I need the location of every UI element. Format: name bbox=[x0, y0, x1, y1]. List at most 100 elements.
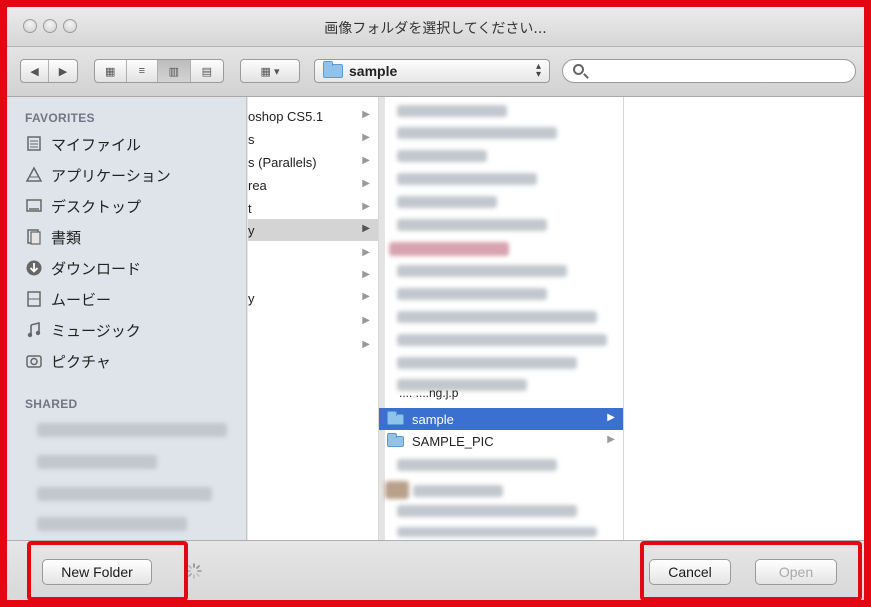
applications-icon bbox=[25, 166, 43, 182]
list-item-blurred[interactable] bbox=[397, 334, 607, 346]
forward-button[interactable]: ▶ bbox=[49, 60, 77, 82]
list-item[interactable]: ▶ bbox=[248, 243, 378, 265]
list-item[interactable]: s (Parallels) ▶ bbox=[248, 151, 378, 173]
sidebar-item-music[interactable]: ミュージック bbox=[25, 317, 235, 343]
chevron-right-icon: ▶ bbox=[362, 178, 370, 189]
sidebar-item-downloads[interactable]: ダウンロード bbox=[25, 255, 235, 281]
list-item[interactable]: s ▶ bbox=[248, 128, 378, 150]
icon-view-button[interactable]: ▦ bbox=[95, 60, 127, 82]
sidebar-item-all-my-files[interactable]: マイファイル bbox=[25, 131, 235, 157]
sidebar-item-label: ミュージック bbox=[51, 321, 141, 340]
shared-item-blurred[interactable] bbox=[37, 517, 187, 531]
shared-item-blurred[interactable] bbox=[37, 455, 157, 469]
chevron-right-icon: ▶ bbox=[362, 132, 370, 143]
list-item-label: s (Parallels) bbox=[248, 154, 317, 170]
chevron-right-icon: ▶ bbox=[362, 269, 370, 280]
forward-arrow-icon: ▶ bbox=[58, 65, 68, 78]
list-item-label: sample bbox=[412, 411, 454, 427]
movies-icon bbox=[27, 291, 41, 307]
list-item[interactable]: ▶ bbox=[248, 311, 378, 333]
sidebar-item-pictures[interactable]: ピクチャ bbox=[25, 348, 235, 374]
list-item[interactable]: t ▶ bbox=[248, 197, 378, 219]
browser-column-1: oshop CS5.1 ▶ s ▶ s (Parallels) ▶ rea ▶ t ▶ y… bbox=[248, 97, 379, 540]
list-item-blurred[interactable] bbox=[397, 173, 537, 185]
spinner-icon bbox=[186, 563, 202, 579]
list-item-blurred[interactable] bbox=[397, 196, 497, 208]
list-item-blurred[interactable] bbox=[397, 105, 507, 117]
back-arrow-icon: ◀ bbox=[30, 65, 39, 78]
sidebar-item-applications[interactable]: アプリケーション bbox=[25, 162, 235, 188]
shared-item-blurred[interactable] bbox=[37, 423, 227, 437]
path-label: sample bbox=[349, 63, 398, 79]
shared-item-blurred[interactable] bbox=[37, 487, 212, 501]
folder-icon bbox=[387, 432, 404, 447]
column-view-button[interactable]: ▥ bbox=[158, 60, 191, 82]
list-item-blurred[interactable] bbox=[385, 481, 409, 499]
pictures-icon bbox=[26, 355, 42, 368]
list-item[interactable]: ▶ bbox=[248, 335, 378, 357]
chevron-right-icon: ▶ bbox=[362, 339, 370, 350]
path-popup[interactable]: sample ▴ ▾ bbox=[314, 59, 550, 83]
list-item[interactable]: oshop CS5.1 ▶ bbox=[248, 105, 378, 127]
list-item-blurred[interactable] bbox=[397, 311, 597, 323]
sidebar-item-documents[interactable]: 書類 bbox=[25, 224, 235, 250]
list-item-label: oshop CS5.1 bbox=[248, 108, 324, 124]
list-view-button[interactable]: ≡ bbox=[127, 60, 159, 82]
list-item-blurred[interactable] bbox=[397, 527, 597, 537]
desktop-icon bbox=[26, 199, 42, 212]
chevron-right-icon: ▶ bbox=[362, 247, 370, 258]
search-icon bbox=[573, 64, 584, 75]
list-item-blurred[interactable] bbox=[397, 288, 547, 300]
sidebar-item-label: マイファイル bbox=[51, 135, 142, 154]
sidebar-item-movies[interactable]: ムービー bbox=[25, 286, 235, 312]
list-item-label: .... ....ng.j.p bbox=[399, 390, 459, 400]
popup-arrows-icon: ▴ ▾ bbox=[535, 61, 541, 80]
chevron-right-icon: ▶ bbox=[362, 109, 370, 120]
folder-icon bbox=[323, 61, 343, 78]
arrange-button-face[interactable]: ▦ ▾ bbox=[241, 60, 299, 82]
sidebar: FAVORITES マイファイル アプリケーション デスクトップ 書類 ダウンロ… bbox=[7, 97, 247, 540]
list-item-label: y bbox=[248, 222, 255, 238]
browser-column-3 bbox=[624, 97, 864, 540]
arrange-icon: ▦ ▾ bbox=[260, 65, 280, 78]
coverflow-view-button[interactable]: ▤ bbox=[191, 60, 223, 82]
icon-view-icon: ▦ bbox=[105, 65, 116, 78]
list-item-blurred[interactable] bbox=[397, 505, 577, 517]
sidebar-item-label: アプリケーション bbox=[51, 166, 171, 185]
back-forward-control: ◀ ▶ bbox=[20, 59, 78, 83]
sidebar-item-desktop[interactable]: デスクトップ bbox=[25, 193, 235, 219]
list-item[interactable]: .... ....ng.j.p bbox=[383, 390, 627, 404]
list-item[interactable]: SAMPLE_PIC ▶ bbox=[379, 430, 623, 452]
window-title: 画像フォルダを選択してください... bbox=[324, 21, 547, 37]
list-item-label: SAMPLE_PIC bbox=[412, 433, 494, 449]
cancel-open-highlight bbox=[640, 541, 862, 601]
sidebar-item-label: ムービー bbox=[51, 290, 112, 309]
list-item-blurred[interactable] bbox=[413, 485, 503, 497]
sidebar-item-label: ダウンロード bbox=[51, 259, 142, 278]
list-view-icon: ≡ bbox=[138, 65, 145, 77]
new-folder-highlight bbox=[27, 541, 188, 601]
browser-column-2: .... ....ng.j.p sample ▶ SAMPLE_PIC ▶ bbox=[379, 97, 624, 540]
list-item-blurred[interactable] bbox=[397, 219, 547, 231]
chevron-right-icon: ▶ bbox=[362, 223, 370, 234]
list-item-selected[interactable]: sample ▶ bbox=[379, 408, 623, 430]
search-field[interactable] bbox=[562, 59, 856, 83]
list-item-blurred[interactable] bbox=[397, 150, 487, 162]
arrange-button[interactable]: ▦ ▾ bbox=[240, 59, 300, 83]
sidebar-item-label: ピクチャ bbox=[51, 352, 111, 371]
list-item-blurred[interactable] bbox=[397, 265, 567, 277]
all-my-files-icon bbox=[27, 136, 41, 151]
list-item-selected[interactable]: y ▶ bbox=[248, 219, 378, 241]
list-item-label: s bbox=[248, 131, 255, 147]
chevron-right-icon: ▶ bbox=[607, 434, 615, 445]
list-item-blurred[interactable] bbox=[397, 127, 557, 139]
back-button[interactable]: ◀ bbox=[21, 60, 50, 82]
list-item-blurred[interactable] bbox=[397, 459, 557, 471]
list-item[interactable]: rea ▶ bbox=[248, 174, 378, 196]
list-item-blurred[interactable] bbox=[397, 357, 577, 369]
sidebar-item-label: 書類 bbox=[51, 228, 82, 247]
list-item-blurred[interactable] bbox=[389, 242, 509, 256]
list-item[interactable]: ▶ bbox=[248, 265, 378, 287]
chevron-right-icon: ▶ bbox=[362, 291, 370, 302]
list-item[interactable]: y ▶ bbox=[248, 287, 378, 309]
